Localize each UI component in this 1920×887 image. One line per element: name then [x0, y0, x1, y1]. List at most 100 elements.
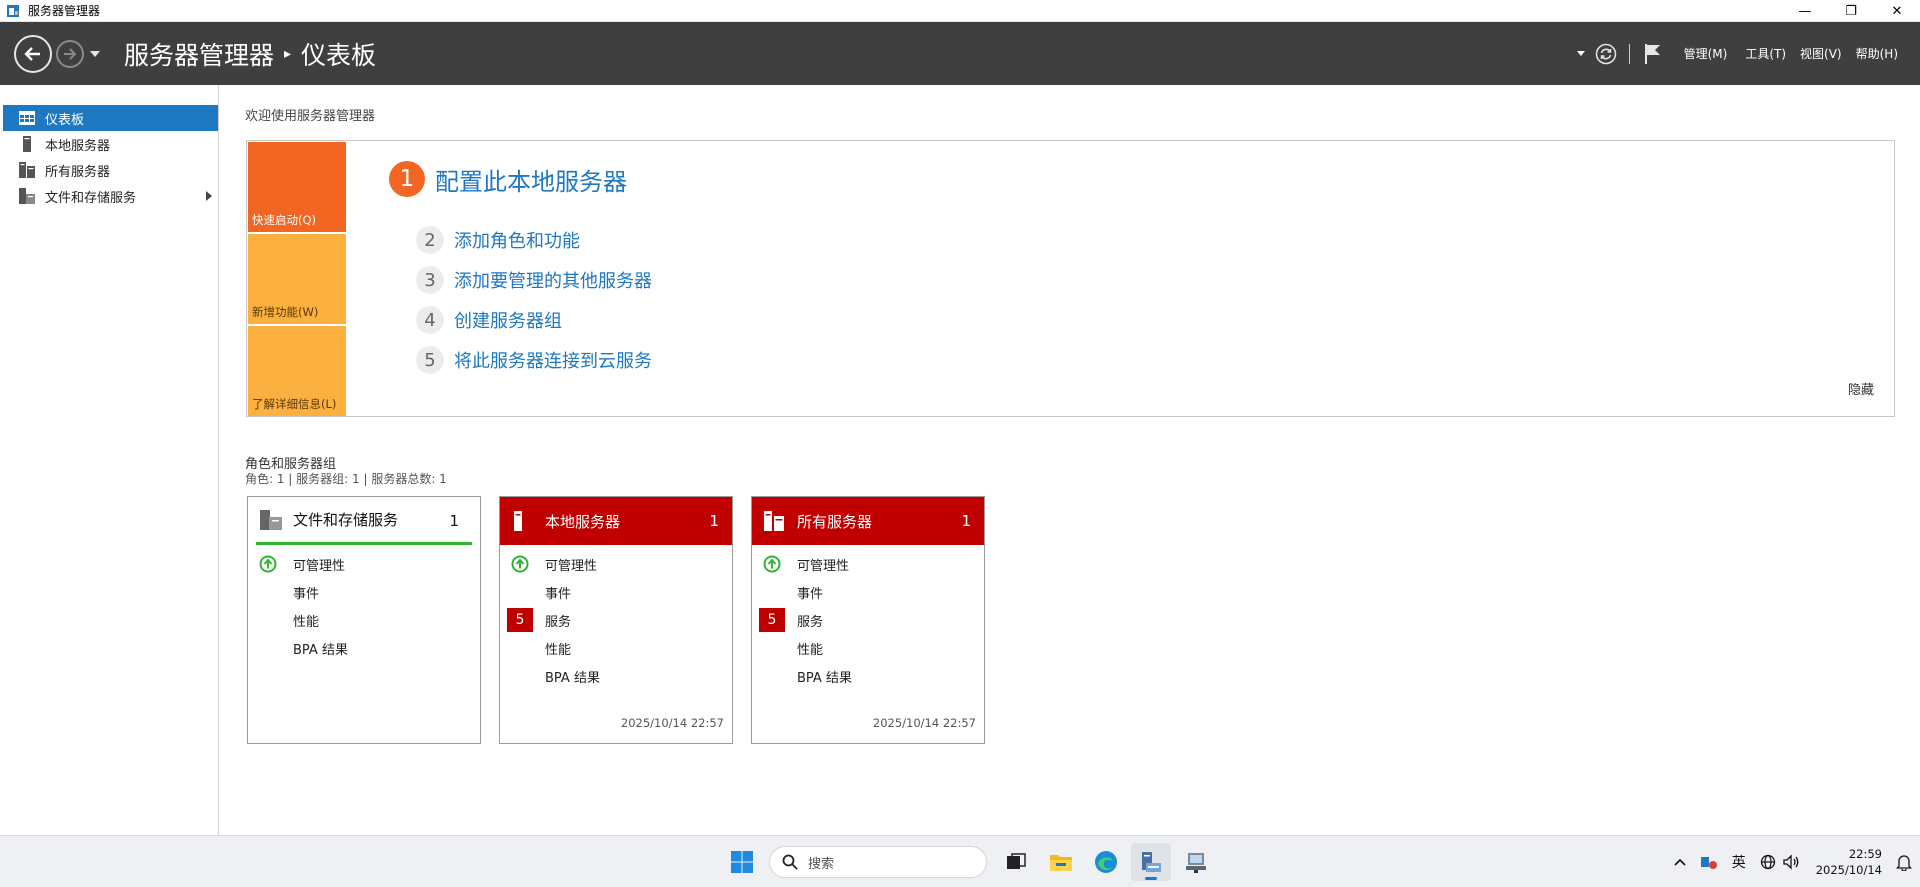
row-bpa-results[interactable]: BPA 结果 — [500, 662, 732, 690]
step-connect-cloud[interactable]: 5 将此服务器连接到云服务 — [416, 346, 652, 374]
row-events[interactable]: 事件 — [500, 578, 732, 606]
arrow-right-icon — [64, 47, 77, 60]
card-header[interactable]: 本地服务器 1 — [500, 497, 732, 545]
history-dropdown-icon[interactable] — [90, 50, 100, 57]
card-rows: 可管理性 事件 5 服务 性能 BPA 结果 — [752, 550, 984, 690]
step-number: 3 — [416, 266, 444, 294]
row-services[interactable]: 5 服务 — [500, 606, 732, 634]
back-button[interactable] — [14, 34, 52, 73]
sidebar-item-file-storage[interactable]: 文件和存储服务 — [3, 183, 218, 209]
taskbar-search[interactable]: 搜索 — [769, 846, 987, 878]
sidebar-item-label: 本地服务器 — [45, 138, 111, 154]
maximize-button[interactable]: ❐ — [1828, 0, 1874, 22]
menu-view[interactable]: 视图(V) — [1800, 45, 1842, 62]
notifications-button[interactable] — [1644, 43, 1662, 65]
row-label: 性能 — [797, 642, 824, 658]
system-clock[interactable]: 22:59 2025/10/14 — [1816, 846, 1882, 878]
role-card-local-server[interactable]: 本地服务器 1 可管理性 事件 5 服务 性能 BPA 结果 2025/10/1… — [499, 496, 733, 744]
server-manager-app-icon — [1142, 852, 1161, 872]
row-manageability[interactable]: 可管理性 — [752, 550, 984, 578]
card-rows: 可管理性 事件 性能 BPA 结果 — [248, 550, 480, 662]
row-events[interactable]: 事件 — [248, 578, 480, 606]
sidebar-item-all-servers[interactable]: 所有服务器 — [3, 157, 218, 183]
row-label: 可管理性 — [293, 558, 346, 574]
roles-summary: 角色: 1 | 服务器组: 1 | 服务器总数: 1 — [245, 472, 447, 486]
up-arrow-icon — [759, 552, 785, 576]
network-computer-icon — [1186, 853, 1206, 873]
step-link[interactable]: 配置此本地服务器 — [435, 162, 627, 197]
step-add-servers[interactable]: 3 添加要管理的其他服务器 — [416, 266, 652, 294]
tile-label: 快速启动(Q) — [252, 213, 317, 227]
close-button[interactable]: ✕ — [1874, 0, 1920, 22]
row-manageability[interactable]: 可管理性 — [248, 550, 480, 578]
notification-bell-icon[interactable] — [1896, 853, 1912, 871]
card-title: 本地服务器 — [545, 512, 621, 531]
row-performance[interactable]: 性能 — [752, 634, 984, 662]
card-header[interactable]: 所有服务器 1 — [752, 497, 984, 545]
file-storage-icon — [260, 509, 282, 531]
row-label: 事件 — [293, 586, 320, 602]
step-configure-local-server[interactable]: 1 配置此本地服务器 — [389, 161, 627, 197]
tile-quick-start[interactable]: 快速启动(Q) — [248, 142, 346, 232]
menu-manage[interactable]: 管理(M) — [1684, 45, 1728, 62]
role-card-all-servers[interactable]: 所有服务器 1 可管理性 事件 5 服务 性能 BPA 结果 2025/10/1… — [751, 496, 985, 744]
step-create-group[interactable]: 4 创建服务器组 — [416, 306, 562, 334]
card-timestamp: 2025/10/14 22:57 — [620, 716, 724, 730]
step-number: 1 — [389, 161, 425, 197]
flag-icon — [1644, 43, 1660, 64]
server-manager-taskbar-button[interactable] — [1131, 843, 1171, 881]
tile-whats-new[interactable]: 新增功能(W) — [248, 234, 346, 324]
step-number: 5 — [416, 346, 444, 374]
sidebar-item-label: 仪表板 — [45, 112, 85, 128]
step-link[interactable]: 将此服务器连接到云服务 — [454, 347, 652, 373]
step-number: 2 — [416, 226, 444, 254]
step-add-roles[interactable]: 2 添加角色和功能 — [416, 226, 580, 254]
row-label: BPA 结果 — [545, 670, 600, 686]
row-events[interactable]: 事件 — [752, 578, 984, 606]
breadcrumb-separator: ▸ — [284, 45, 292, 62]
chevron-down-icon[interactable] — [1576, 51, 1585, 56]
step-link[interactable]: 添加要管理的其他服务器 — [454, 267, 652, 293]
row-manageability[interactable]: 可管理性 — [500, 550, 732, 578]
servers-icon — [764, 510, 786, 532]
network-app-button[interactable] — [1176, 843, 1216, 881]
row-label: 服务 — [797, 614, 824, 630]
forward-button[interactable] — [56, 39, 84, 68]
ime-indicator[interactable]: 英 — [1732, 852, 1746, 872]
task-view-button[interactable] — [996, 843, 1036, 881]
chevron-right-icon[interactable] — [206, 191, 212, 201]
speaker-icon[interactable] — [1782, 854, 1800, 870]
step-link[interactable]: 创建服务器组 — [454, 307, 562, 333]
sidebar-item-local-server[interactable]: 本地服务器 — [3, 131, 218, 157]
hide-quickstart-link[interactable]: 隐藏 — [1848, 379, 1874, 398]
edge-button[interactable] — [1086, 843, 1126, 881]
edge-browser-icon — [1095, 851, 1117, 873]
role-card-file-storage[interactable]: 文件和存储服务 1 可管理性 事件 性能 BPA 结果 — [247, 496, 481, 744]
menu-help[interactable]: 帮助(H) — [1856, 45, 1898, 62]
server-manager-app-icon — [7, 4, 19, 17]
file-explorer-button[interactable] — [1041, 843, 1081, 881]
chevron-up-icon[interactable] — [1674, 858, 1686, 866]
window-title: 服务器管理器 — [28, 4, 101, 18]
up-arrow-icon — [507, 552, 533, 576]
card-header[interactable]: 文件和存储服务 1 — [256, 497, 472, 545]
row-label: 事件 — [545, 586, 572, 602]
taskbar-apps: 搜索 — [722, 843, 1221, 881]
tile-learn-more[interactable]: 了解详细信息(L) — [248, 326, 346, 416]
refresh-icon — [1595, 43, 1616, 64]
system-tray: 英 22:59 2025/10/14 — [1660, 836, 1912, 887]
menu-tools[interactable]: 工具(T) — [1745, 45, 1786, 62]
row-performance[interactable]: 性能 — [500, 634, 732, 662]
step-link[interactable]: 添加角色和功能 — [454, 227, 580, 253]
tray-app-icon[interactable] — [1700, 854, 1718, 870]
header-toolbar: 管理(M) 工具(T) 视图(V) 帮助(H) — [1567, 22, 1898, 85]
row-performance[interactable]: 性能 — [248, 606, 480, 634]
refresh-button[interactable] — [1595, 43, 1617, 65]
row-services[interactable]: 5 服务 — [752, 606, 984, 634]
sidebar-item-dashboard[interactable]: 仪表板 — [3, 105, 218, 131]
row-bpa-results[interactable]: BPA 结果 — [248, 634, 480, 662]
minimize-button[interactable]: — — [1782, 0, 1828, 22]
start-button[interactable] — [722, 843, 762, 881]
globe-icon[interactable] — [1760, 854, 1776, 870]
row-bpa-results[interactable]: BPA 结果 — [752, 662, 984, 690]
